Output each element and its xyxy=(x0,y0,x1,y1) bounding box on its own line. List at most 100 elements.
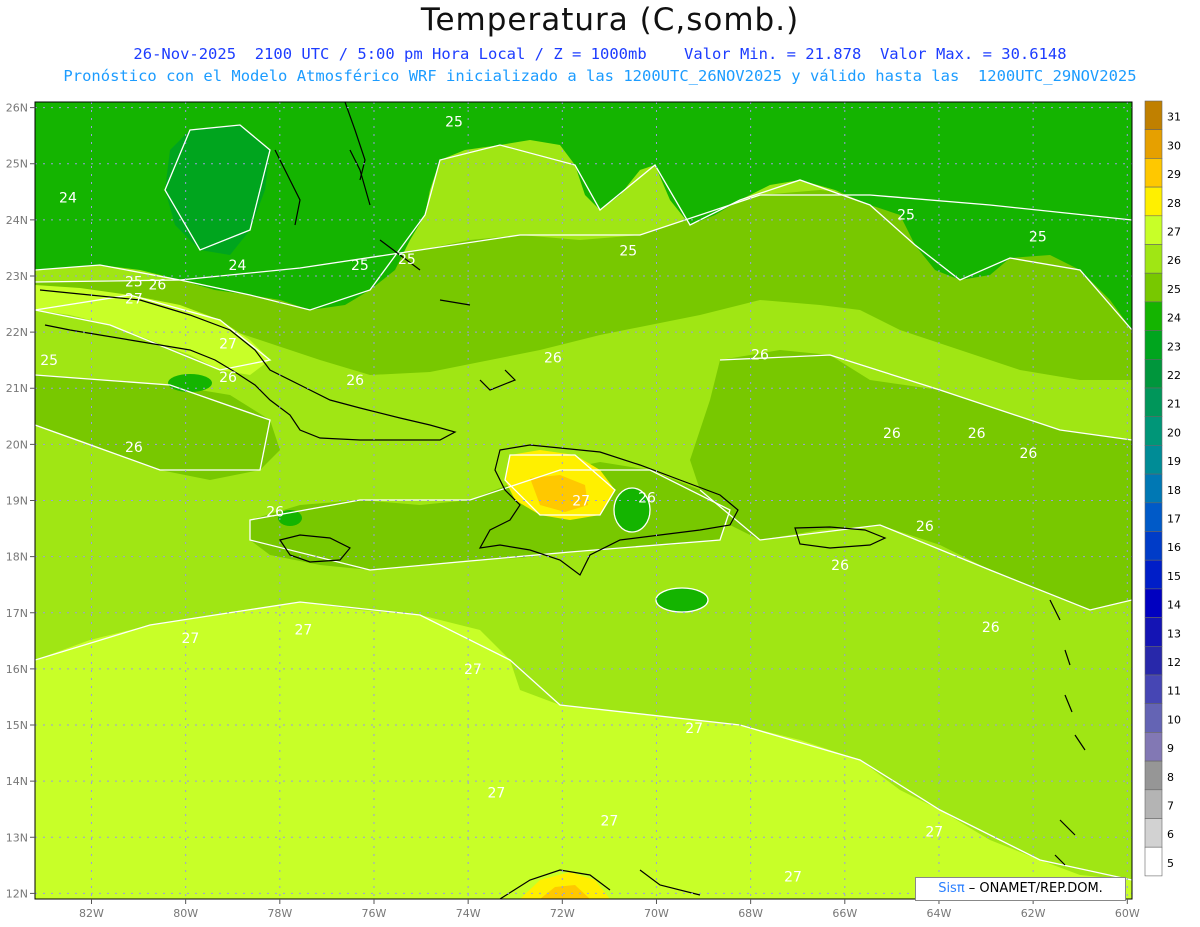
map-plot-area: 252424 25 2525252525 2627252726 2626 262626 26… xyxy=(35,102,1132,899)
colorbar-swatch xyxy=(1144,445,1163,475)
contour-label: 27 xyxy=(181,631,199,647)
colorbar-swatch xyxy=(1144,272,1163,303)
colorbar-swatch xyxy=(1144,330,1163,360)
lat-tick-label: 23N xyxy=(6,270,28,283)
lon-tick-label: 60W xyxy=(1115,907,1140,920)
credit-box: Sisπ – ONAMET/REP.DOM. xyxy=(915,877,1126,901)
contour-label: 26 xyxy=(125,440,143,456)
colorbar-label: 17 xyxy=(1167,513,1181,526)
colorbar-label: 5 xyxy=(1167,857,1174,870)
colorbar-label: 19 xyxy=(1167,455,1181,468)
colorbar-label: 22 xyxy=(1167,369,1181,382)
colorbar-swatch xyxy=(1144,473,1163,504)
colorbar-label: 31 xyxy=(1167,111,1181,124)
colorbar-swatch xyxy=(1144,100,1163,131)
contour-label: 26 xyxy=(148,277,166,293)
lat-tick-label: 15N xyxy=(6,719,28,732)
colorbar-label: 7 xyxy=(1167,800,1174,813)
contour-label: 26 xyxy=(346,373,364,389)
contour-label: 26 xyxy=(831,558,849,574)
colorbar: 31 30 29 28 27 26 25 24 23 22 21 20 19 18 17 16 15 14 13 12… xyxy=(1144,100,1181,877)
contour-label: 24 xyxy=(59,190,77,206)
colorbar-label: 24 xyxy=(1167,312,1181,325)
contour-label: 25 xyxy=(40,353,58,369)
colorbar-label: 11 xyxy=(1167,685,1181,698)
contour-label: 25 xyxy=(398,252,416,268)
contour-label: 25 xyxy=(1029,230,1047,246)
colorbar-label: 16 xyxy=(1167,541,1181,554)
lat-tick-label: 13N xyxy=(6,831,28,844)
contour-label: 27 xyxy=(464,662,482,678)
lon-tick-label: 66W xyxy=(832,907,857,920)
lat-tick-label: 21N xyxy=(6,382,28,395)
colorbar-label: 26 xyxy=(1167,254,1181,267)
colorbar-swatch xyxy=(1144,158,1163,188)
lat-tick-label: 20N xyxy=(6,438,28,451)
colorbar-swatch xyxy=(1144,732,1163,762)
colorbar-swatch xyxy=(1144,215,1163,245)
colorbar-label: 23 xyxy=(1167,340,1181,353)
contour-label: 27 xyxy=(784,870,802,886)
contour-label: 26 xyxy=(638,491,656,507)
contour-label: 26 xyxy=(982,620,1000,636)
contour-label: 25 xyxy=(445,115,463,131)
contour-label: 25 xyxy=(619,244,637,260)
colorbar-label: 15 xyxy=(1167,570,1181,583)
lat-tick-label: 14N xyxy=(6,775,28,788)
colorbar-label: 10 xyxy=(1167,713,1181,726)
colorbar-swatch xyxy=(1144,387,1163,418)
contour-label: 26 xyxy=(1020,446,1038,462)
lat-tick-label: 18N xyxy=(6,551,28,564)
colorbar-label: 9 xyxy=(1167,742,1174,755)
contour-label: 25 xyxy=(897,207,915,223)
colorbar-swatch xyxy=(1144,244,1163,274)
colorbar-label: 28 xyxy=(1167,197,1181,210)
credit-text: – ONAMET/REP.DOM. xyxy=(964,881,1103,896)
contour-label: 27 xyxy=(294,623,312,639)
lon-tick-label: 68W xyxy=(738,907,763,920)
contour-label: 25 xyxy=(351,258,369,274)
colorbar-label: 30 xyxy=(1167,139,1181,152)
colorbar-label: 27 xyxy=(1167,226,1181,239)
colorbar-swatch xyxy=(1144,531,1163,561)
colorbar-swatch xyxy=(1144,617,1163,647)
colorbar-swatch xyxy=(1144,186,1163,217)
contour-label: 27 xyxy=(125,291,143,307)
lat-tick-label: 17N xyxy=(6,607,28,620)
lon-tick-label: 78W xyxy=(267,907,292,920)
colorbar-swatch xyxy=(1144,703,1163,733)
contour-label: 26 xyxy=(266,505,284,521)
contour-label: 27 xyxy=(487,785,505,801)
colorbar-label: 18 xyxy=(1167,484,1181,497)
lon-tick-label: 70W xyxy=(644,907,669,920)
lon-tick-label: 72W xyxy=(550,907,575,920)
colorbar-label: 29 xyxy=(1167,168,1181,181)
lat-tick-label: 26N xyxy=(6,102,28,115)
colorbar-label: 25 xyxy=(1167,283,1181,296)
lon-tick-label: 64W xyxy=(927,907,952,920)
colorbar-swatch xyxy=(1144,818,1163,848)
colorbar-swatch xyxy=(1144,301,1163,331)
contour-label: 27 xyxy=(600,813,618,829)
colorbar-swatch xyxy=(1144,559,1163,590)
contour-label: 25 xyxy=(125,275,143,291)
contour-label: 27 xyxy=(685,721,703,737)
colorbar-label: 6 xyxy=(1167,828,1174,841)
colorbar-swatch xyxy=(1144,846,1163,877)
colorbar-swatch xyxy=(1144,588,1163,618)
lat-tick-label: 16N xyxy=(6,663,28,676)
sispi-logo: Sisπ xyxy=(938,881,965,896)
colorbar-label: 21 xyxy=(1167,398,1181,411)
colorbar-label: 14 xyxy=(1167,599,1181,612)
lat-tick-label: 22N xyxy=(6,326,28,339)
contour-label: 26 xyxy=(916,519,934,535)
contour-label: 26 xyxy=(751,348,769,364)
colorbar-swatch xyxy=(1144,674,1163,705)
colorbar-swatch xyxy=(1144,358,1163,389)
colorbar-swatch xyxy=(1144,416,1163,446)
lon-tick-label: 62W xyxy=(1021,907,1046,920)
colorbar-swatch xyxy=(1144,129,1163,159)
contour-label: 26 xyxy=(544,350,562,366)
lon-tick-label: 76W xyxy=(362,907,387,920)
lat-tick-label: 12N xyxy=(6,887,28,900)
